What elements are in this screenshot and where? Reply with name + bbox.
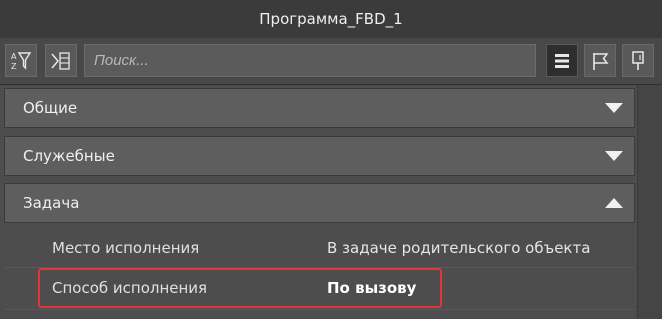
svg-text:A: A bbox=[11, 52, 17, 61]
svg-text:Z: Z bbox=[11, 62, 17, 71]
window-title: Программа_FBD_1 bbox=[0, 0, 662, 39]
pin-button[interactable] bbox=[622, 44, 654, 77]
highlight-box bbox=[38, 268, 442, 308]
flag-button[interactable] bbox=[584, 44, 616, 77]
section-service[interactable]: Служебные bbox=[4, 136, 635, 176]
property-row-execution-place[interactable]: Место исполнения В задаче родительского … bbox=[4, 229, 635, 267]
list-view-button[interactable] bbox=[546, 44, 578, 77]
chevron-up-icon bbox=[594, 198, 634, 208]
list-view-icon bbox=[555, 53, 569, 68]
property-value[interactable]: В задаче родительского объекта bbox=[327, 239, 590, 257]
sort-filter-icon: A Z bbox=[11, 52, 32, 71]
section-task-label: Задача bbox=[23, 194, 80, 212]
pin-icon bbox=[632, 50, 644, 70]
toolbar: A Z bbox=[0, 38, 662, 85]
section-task[interactable]: Задача bbox=[4, 183, 635, 223]
chevron-down-icon bbox=[594, 103, 634, 113]
row-divider bbox=[4, 309, 635, 310]
chevron-down-icon bbox=[594, 151, 634, 161]
window-title-text: Программа_FBD_1 bbox=[259, 10, 403, 28]
section-general-label: Общие bbox=[23, 99, 78, 117]
sort-filter-button[interactable]: A Z bbox=[5, 44, 37, 77]
vertical-scrollbar[interactable] bbox=[637, 85, 662, 319]
expand-collapse-icon bbox=[51, 51, 70, 70]
section-general[interactable]: Общие bbox=[4, 88, 635, 128]
flag-icon bbox=[593, 52, 609, 70]
section-service-label: Служебные bbox=[23, 147, 115, 165]
property-name: Место исполнения bbox=[52, 239, 200, 257]
search-input[interactable] bbox=[84, 44, 536, 77]
expand-collapse-button[interactable] bbox=[45, 44, 77, 77]
